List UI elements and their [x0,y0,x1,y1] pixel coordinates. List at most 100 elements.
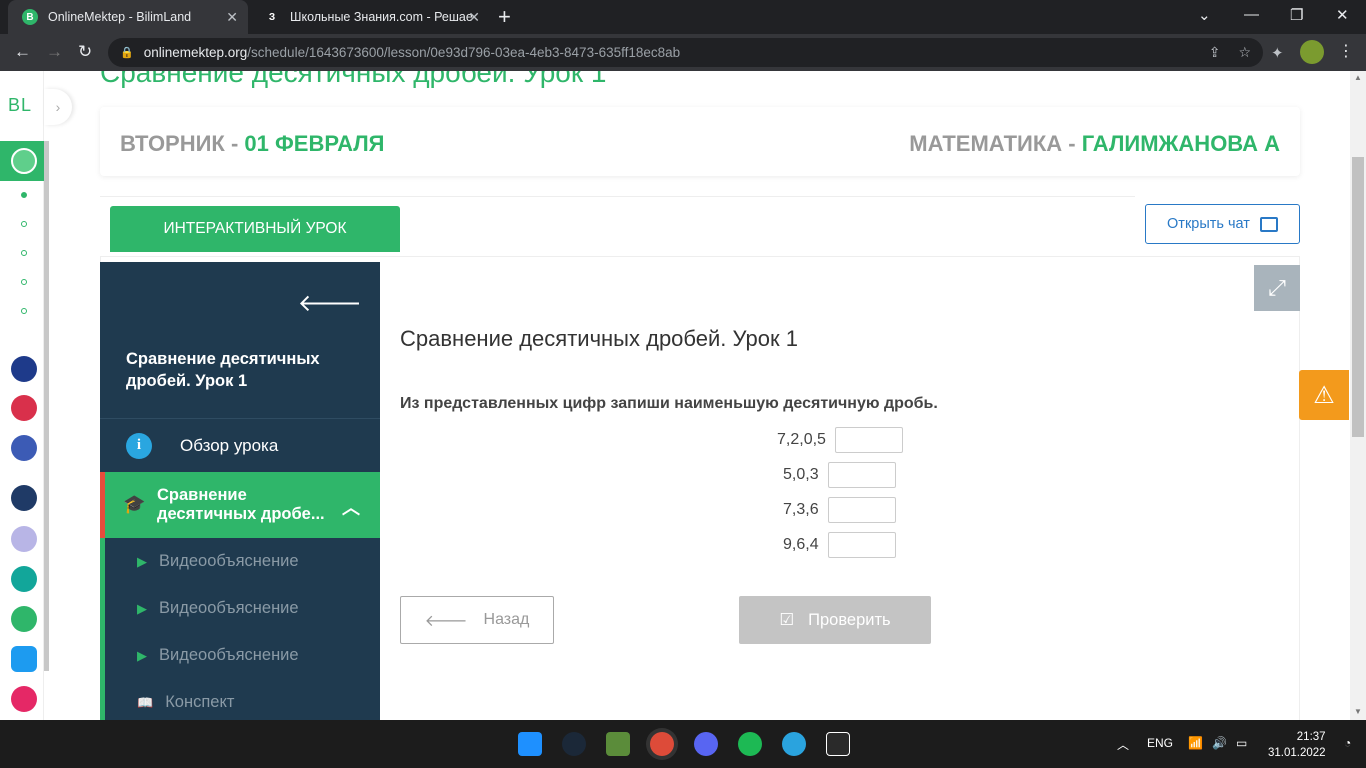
tab-title: OnlineMektep - BilimLand [48,10,192,24]
app-onlinemektep[interactable] [0,141,44,181]
digits-label: 7,3,6 [783,501,819,518]
address-toolbar: ← → ↻ 🔒 onlinemektep.org/schedule/164367… [0,34,1366,71]
twig-app-icon[interactable] [11,686,37,712]
chrome-menu-icon[interactable]: ⋮ [1338,41,1354,61]
scroll-down-arrow-icon[interactable]: ▼ [1354,707,1362,716]
answer-input[interactable] [827,462,896,488]
chevron-up-icon[interactable]: ︿ [342,494,360,520]
minimize-icon[interactable]: — [1244,6,1259,23]
check-button[interactable]: ☑ Проверить [739,596,931,644]
sidebar-item-label: Конспект [165,693,235,711]
discord-icon[interactable] [694,732,718,756]
tab-search-chevron-icon[interactable]: ⌄ [1198,6,1211,24]
sidebar-item-video-2[interactable]: ▶ Видеообъяснение [100,585,380,632]
check-button-label: Проверить [808,610,891,629]
close-window-icon[interactable]: ✕ [1336,6,1349,24]
url-text: onlinemektep.org/schedule/1643673600/les… [143,45,681,60]
back-arrow-icon[interactable]: ← [14,42,31,62]
checkbox-check-icon: ☑ [779,611,795,629]
sub-nav-dot[interactable] [21,192,27,198]
sub-nav-dot[interactable] [21,279,27,285]
telegram-icon[interactable] [782,732,806,756]
battery-icon[interactable]: ▭ [1236,736,1247,750]
bilim-app-icon[interactable] [11,435,37,461]
sidebar-item-overview[interactable]: i Обзор урока [100,418,380,472]
page-scrollbar[interactable]: ▲ ▼ [1350,71,1366,720]
extensions-puzzle-icon[interactable]: ✦ [1271,44,1284,62]
steam-icon[interactable] [562,732,586,756]
play-icon: ▶ [137,600,147,616]
sub-nav-dot[interactable] [21,221,27,227]
forward-arrow-icon[interactable]: → [46,42,63,62]
bookmark-star-icon[interactable]: ☆ [1238,44,1251,61]
apps-scrollbar[interactable] [44,141,49,671]
smart-nation-app-icon[interactable] [11,485,37,511]
bilimland-app-icon[interactable] [11,606,37,632]
play-icon: ▶ [137,647,147,663]
close-tab-icon[interactable]: ✕ [468,9,480,26]
lock-icon: 🔒 [120,47,134,59]
sidebar-item-video-3[interactable]: ▶ Видеообъяснение [100,632,380,679]
sidebar-item-video-1[interactable]: ▶ Видеообъяснение [100,538,380,585]
keyboard-app-icon[interactable] [11,526,37,552]
info-icon: i [126,432,152,459]
share-icon[interactable]: ⇪ [1209,44,1221,61]
profile-avatar[interactable] [1300,40,1324,64]
answer-input[interactable] [827,497,896,523]
wifi-icon[interactable]: 📶 [1188,736,1203,750]
tab-znanija[interactable]: З Школьные Знания.com - Решае ✕ [250,0,490,34]
back-button-label: Назад [483,611,530,628]
onlinemektep-app-icon [11,148,37,174]
bilim-dictionary-app-icon[interactable] [11,566,37,592]
sidebar-section-active[interactable]: 🎓 Сравнение десятичных дробе... ︿ [100,472,380,538]
close-tab-icon[interactable]: ✕ [226,9,238,26]
sidebar-section-label: Сравнение десятичных дробе... [157,486,325,523]
book-icon: 📖 [137,694,154,710]
sub-nav-dot[interactable] [21,250,27,256]
warning-icon[interactable]: ⚠ [1299,370,1349,420]
digits-label: 9,6,4 [783,536,819,553]
new-tab-icon[interactable]: + [498,4,511,30]
interactive-lesson-tab[interactable]: ИНТЕРАКТИВНЫЙ УРОК [110,206,400,252]
bl-logo[interactable]: BL [8,95,32,116]
windows-start-icon[interactable] [518,732,542,756]
lesson-title-partial: Сравнение десятичных дробей. Урок 1 [100,71,607,88]
back-button[interactable]: 🡐 Назад [400,596,554,644]
answer-input[interactable] [827,532,896,558]
open-chat-label: Открыть чат [1167,216,1250,232]
subject-label: МАТЕМАТИКА - ГАЛИМЖАНОВА А [909,131,1280,156]
bilimland-favicon-icon: B [22,9,38,25]
scrollbar-thumb[interactable] [1352,157,1364,437]
bilim-tour-app-icon[interactable] [11,356,37,382]
restore-icon[interactable]: ❐ [1290,6,1303,24]
sidebar-item-summary[interactable]: 📖 Конспект [100,679,380,720]
reload-icon[interactable]: ↻ [78,42,92,62]
fullscreen-expand-icon[interactable]: ⤢ [1254,265,1300,311]
windows-taskbar: ︿ ENG 📶 🔊 ▭ 21:37 31.01.2022 ◔ [0,720,1366,768]
chrome-icon[interactable] [650,732,674,756]
bilim-check-app-icon[interactable] [11,646,37,672]
clock-time: 21:37 [1296,731,1326,743]
tab-onlinemektep[interactable]: B OnlineMektep - BilimLand ✕ [8,0,248,34]
expand-apps-chevron-icon[interactable]: › [44,89,72,125]
play-icon: ▶ [137,553,147,569]
bilim-shop-app-icon[interactable] [11,395,37,421]
notifications-icon[interactable]: ◔ [1344,736,1351,750]
volume-icon[interactable]: 🔊 [1212,736,1227,750]
open-chat-button[interactable]: Открыть чат [1145,204,1300,244]
clock-date: 31.01.2022 [1268,747,1326,759]
answer-row: 7,2,0,5 [777,427,903,453]
collapse-sidebar-arrow-icon[interactable]: 🡐 [298,288,362,318]
bilim-apps-sidebar: BL [0,71,44,720]
sub-nav-dot[interactable] [21,308,27,314]
answer-input[interactable] [834,427,903,453]
spotify-icon[interactable] [738,732,762,756]
epic-games-icon[interactable] [826,732,850,756]
scroll-up-arrow-icon[interactable]: ▲ [1354,73,1362,82]
tray-chevron-up-icon[interactable]: ︿ [1117,736,1129,753]
url-bar[interactable]: 🔒 onlinemektep.org/schedule/1643673600/l… [108,38,1263,67]
language-indicator[interactable]: ENG [1147,736,1173,750]
system-clock[interactable]: 21:37 31.01.2022 [1268,729,1326,761]
arrow-left-icon: 🡐 [424,612,468,630]
minecraft-icon[interactable] [606,732,630,756]
